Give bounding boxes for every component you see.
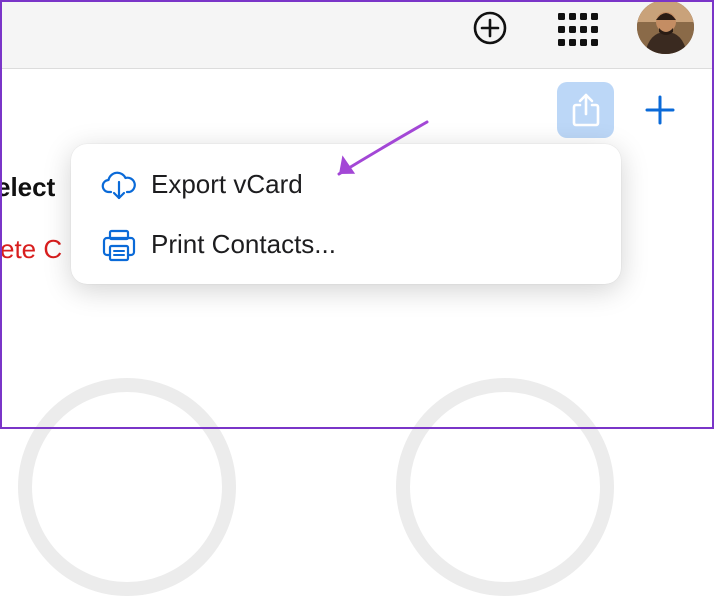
plus-circle-icon[interactable] <box>472 10 508 46</box>
delete-contacts-link[interactable]: ete C <box>0 234 62 265</box>
menu-item-label: Export vCard <box>151 169 303 199</box>
cloud-download-icon <box>101 171 136 200</box>
printer-icon <box>102 229 136 262</box>
annotation-arrow-icon <box>337 120 429 176</box>
top-bar <box>0 0 714 69</box>
user-avatar[interactable] <box>637 0 694 54</box>
grid-icon[interactable] <box>556 10 600 50</box>
avatar-image <box>637 0 694 54</box>
page-heading: elect <box>0 172 56 202</box>
share-icon <box>572 93 600 127</box>
contact-placeholder-circle <box>18 378 236 596</box>
contact-placeholder-circle <box>396 378 614 596</box>
menu-item-label: Print Contacts... <box>151 229 336 259</box>
plus-icon[interactable] <box>644 94 676 126</box>
share-button[interactable] <box>557 82 614 138</box>
menu-item-print-contacts[interactable]: Print Contacts... <box>71 214 621 274</box>
